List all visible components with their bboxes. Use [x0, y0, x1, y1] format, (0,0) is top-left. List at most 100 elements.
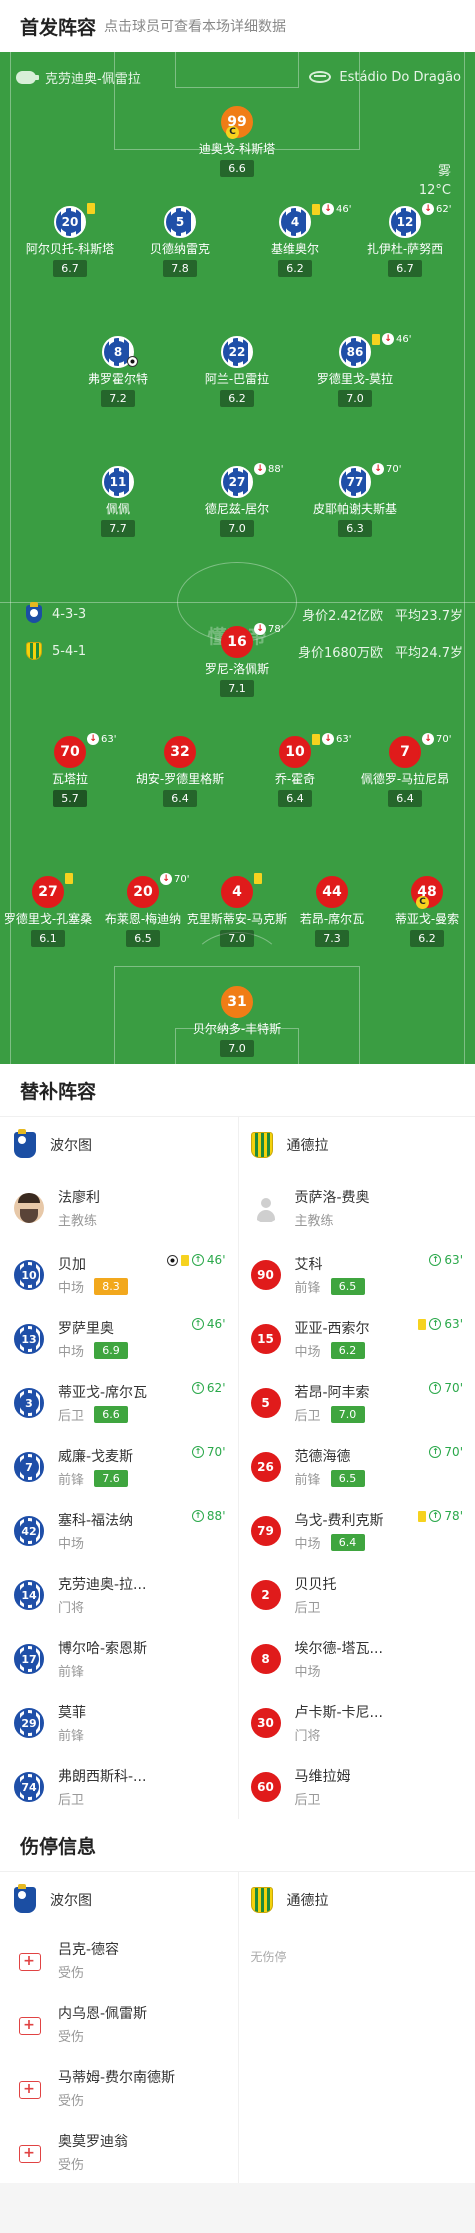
shirt-number: 11 — [107, 471, 129, 493]
player-a1[interactable]: 16 ↓ 78' 罗尼-洛佩斯 7.1 — [182, 623, 292, 697]
home-sub-row[interactable]: 14 克劳迪奥-拉... 门将 — [14, 1563, 232, 1627]
home-sub-row[interactable]: 29 莫菲 前锋 — [14, 1691, 232, 1755]
yellow-card-icon — [372, 333, 380, 345]
sub-out-icon: ↓ — [322, 203, 334, 215]
player-rating: 6.2 — [220, 390, 254, 407]
player-name: 乔-霍奇 — [274, 772, 316, 786]
home-coach-name: 法廖利 — [58, 1190, 100, 1206]
player-events: ↓ 46' — [372, 333, 411, 345]
player-a8[interactable]: 4 克里斯蒂安-马克斯 7.0 — [182, 873, 292, 947]
lineup-title: 首发阵容 — [20, 16, 97, 39]
player-a3[interactable]: 32 胡安-罗德里格斯 6.4 — [125, 736, 235, 807]
sub-in-icon: ↑ — [429, 1382, 442, 1394]
player-shirt-icon: 44 — [316, 876, 348, 908]
player-p6[interactable]: 8 弗罗霍尔特 7.2 — [63, 336, 173, 407]
player-shirt-icon: 4 — [221, 876, 253, 908]
player-rating: 6.2 — [410, 930, 444, 947]
player-a9[interactable]: 44 若昂-席尔瓦 7.3 — [277, 876, 387, 947]
player-rating: 7.1 — [220, 680, 254, 697]
home-sub-row[interactable]: 7 威廉-戈麦斯 前锋 7.6 ↑ 70' — [14, 1435, 232, 1499]
player-p11[interactable]: 77 ↓ 70' 皮耶帕谢夫斯基 6.3 — [300, 463, 410, 537]
injured-player-name: 内乌恩-佩雷斯 — [58, 2006, 148, 2022]
shirt-number: 27 — [38, 884, 58, 900]
shirt-number: 31 — [227, 994, 247, 1010]
captain-badge: C — [226, 126, 239, 139]
shirt-number: 8 — [250, 1644, 281, 1674]
away-sub-row[interactable]: 8 埃尔德-塔瓦... 中场 — [250, 1627, 470, 1691]
player-a11[interactable]: 31 贝尔纳多-丰特斯 7.0 — [182, 986, 292, 1057]
player-a2[interactable]: 70 ↓ 63' 瓦塔拉 5.7 — [15, 733, 125, 807]
home-team-name: 波尔图 — [50, 1138, 92, 1154]
sub-rating: 6.6 — [94, 1406, 129, 1423]
home-coach-row[interactable]: 法廖利 主教练 — [14, 1173, 232, 1243]
player-p8[interactable]: 86 ↓ 46' 罗德里戈-莫拉 7.0 — [300, 333, 411, 407]
injury-row[interactable]: 内乌恩-佩雷斯受伤 — [14, 1992, 232, 2056]
shirt-icon: 14 — [14, 1580, 44, 1610]
away-avg-age: 平均24.7岁 — [395, 645, 463, 661]
away-coach-row[interactable]: 贡萨洛-费奥 主教练 — [250, 1173, 470, 1243]
player-rating: 6.7 — [388, 260, 422, 277]
home-team-row[interactable]: 波尔图 — [14, 1117, 232, 1173]
player-name: 胡安-罗德里格斯 — [135, 772, 225, 786]
shirt-number: 8 — [107, 341, 129, 363]
yellow-card-icon — [418, 1318, 427, 1330]
sub-in-minute: 70' — [444, 1445, 463, 1459]
player-p2[interactable]: 20 阿尔贝托-科斯塔 6.7 — [15, 203, 125, 277]
away-sub-row[interactable]: 2 贝贝托 后卫 — [250, 1563, 470, 1627]
sub-events: ↑ 63' — [418, 1317, 463, 1331]
home-sub-row[interactable]: 17 博尔哈-索恩斯 前锋 — [14, 1627, 232, 1691]
sub-out-icon: ↓ — [422, 733, 434, 745]
away-sub-row[interactable]: 30 卢卡斯-卡尼... 门将 — [250, 1691, 470, 1755]
player-p5[interactable]: 12 ↓ 62' 扎伊杜-萨努西 6.7 — [350, 203, 460, 277]
player-p7[interactable]: 22 阿兰-巴雷拉 6.2 — [182, 336, 292, 407]
player-p10[interactable]: 27 ↓ 88' 德尼兹-居尔 7.0 — [182, 463, 292, 537]
player-p1[interactable]: 99 C 迪奥戈-科斯塔 6.6 — [182, 106, 292, 177]
injury-row[interactable]: 吕克-德容受伤 — [14, 1928, 232, 1992]
away-sub-row[interactable]: 79 乌戈-费利克斯 中场 6.4 ↑ 78' — [250, 1499, 470, 1563]
away-team-row[interactable]: 通德拉 — [250, 1117, 470, 1173]
sub-position: 中场 — [58, 1537, 85, 1552]
away-sub-row[interactable]: 60 马维拉姆 后卫 — [250, 1755, 470, 1819]
player-p4[interactable]: 4 ↓ 46' 基维奥尔 6.2 — [240, 203, 351, 277]
player-a4[interactable]: 10 ↓ 63' 乔-霍奇 6.4 — [240, 733, 351, 807]
home-sub-row[interactable]: 10 贝加 中场 8.3 ↑ 46' — [14, 1243, 232, 1307]
player-a5[interactable]: 7 ↓ 70' 佩德罗-马拉尼昂 6.4 — [350, 733, 460, 807]
player-events — [254, 873, 262, 884]
home-sub-row[interactable]: 3 蒂亚戈-席尔瓦 后卫 6.6 ↑ 62' — [14, 1371, 232, 1435]
injury-row[interactable]: 奥莫罗迪翁受伤 — [14, 2120, 232, 2184]
player-rating: 7.2 — [101, 390, 135, 407]
yellow-card-icon — [180, 1254, 189, 1266]
away-sub-row[interactable]: 90 艾科 前锋 6.5 ↑ 63' — [250, 1243, 470, 1307]
sub-in-icon: ↑ — [191, 1254, 204, 1266]
home-sub-row[interactable]: 42 塞科-福法纳 中场 ↑ 88' — [14, 1499, 232, 1563]
shirt-number: 22 — [226, 341, 248, 363]
sub-name: 范德海德 — [294, 1449, 351, 1465]
player-rating: 6.4 — [388, 790, 422, 807]
home-sub-row[interactable]: 74 弗朗西斯科-... 后卫 — [14, 1755, 232, 1819]
sub-events: ↑ 70' — [429, 1381, 463, 1395]
player-name: 克里斯蒂安-马克斯 — [186, 912, 288, 926]
away-crest-icon — [26, 642, 42, 660]
player-p9[interactable]: 11 佩佩 7.7 — [63, 466, 173, 537]
away-injury-team-name: 通德拉 — [286, 1893, 329, 1909]
player-rating: 7.3 — [315, 930, 349, 947]
sub-in-minute: 46' — [206, 1317, 226, 1331]
player-a10[interactable]: 48 C 蒂亚戈-曼索 6.2 — [372, 876, 475, 947]
referee-label: 克劳迪奥-佩雷拉 — [16, 64, 141, 90]
sub-position: 中场 — [58, 1345, 85, 1360]
away-sub-row[interactable]: 26 范德海德 前锋 6.5 ↑ 70' — [250, 1435, 470, 1499]
injury-row[interactable]: 马蒂姆-费尔南德斯受伤 — [14, 2056, 232, 2120]
sub-events: ↑ 70' — [191, 1445, 226, 1459]
player-p3[interactable]: 5 贝德纳雷克 7.8 — [125, 206, 235, 277]
injuries-header: 伤停信息 — [0, 1819, 475, 1871]
player-events: ↓ 78' — [254, 623, 283, 635]
sub-in-icon: ↑ — [191, 1382, 204, 1394]
player-name: 阿尔贝托-科斯塔 — [25, 242, 115, 256]
home-sub-row[interactable]: 13 罗萨里奥 中场 6.9 ↑ 46' — [14, 1307, 232, 1371]
medical-kit-icon — [14, 2073, 44, 2103]
sub-name: 威廉-戈麦斯 — [58, 1449, 134, 1465]
player-rating: 5.7 — [53, 790, 87, 807]
away-sub-row[interactable]: 5 若昂-阿丰索 后卫 7.0 ↑ 70' — [250, 1371, 470, 1435]
player-shirt-icon: 5 — [164, 206, 196, 238]
away-sub-row[interactable]: 15 亚亚-西索尔 中场 6.2 ↑ 63' — [250, 1307, 470, 1371]
